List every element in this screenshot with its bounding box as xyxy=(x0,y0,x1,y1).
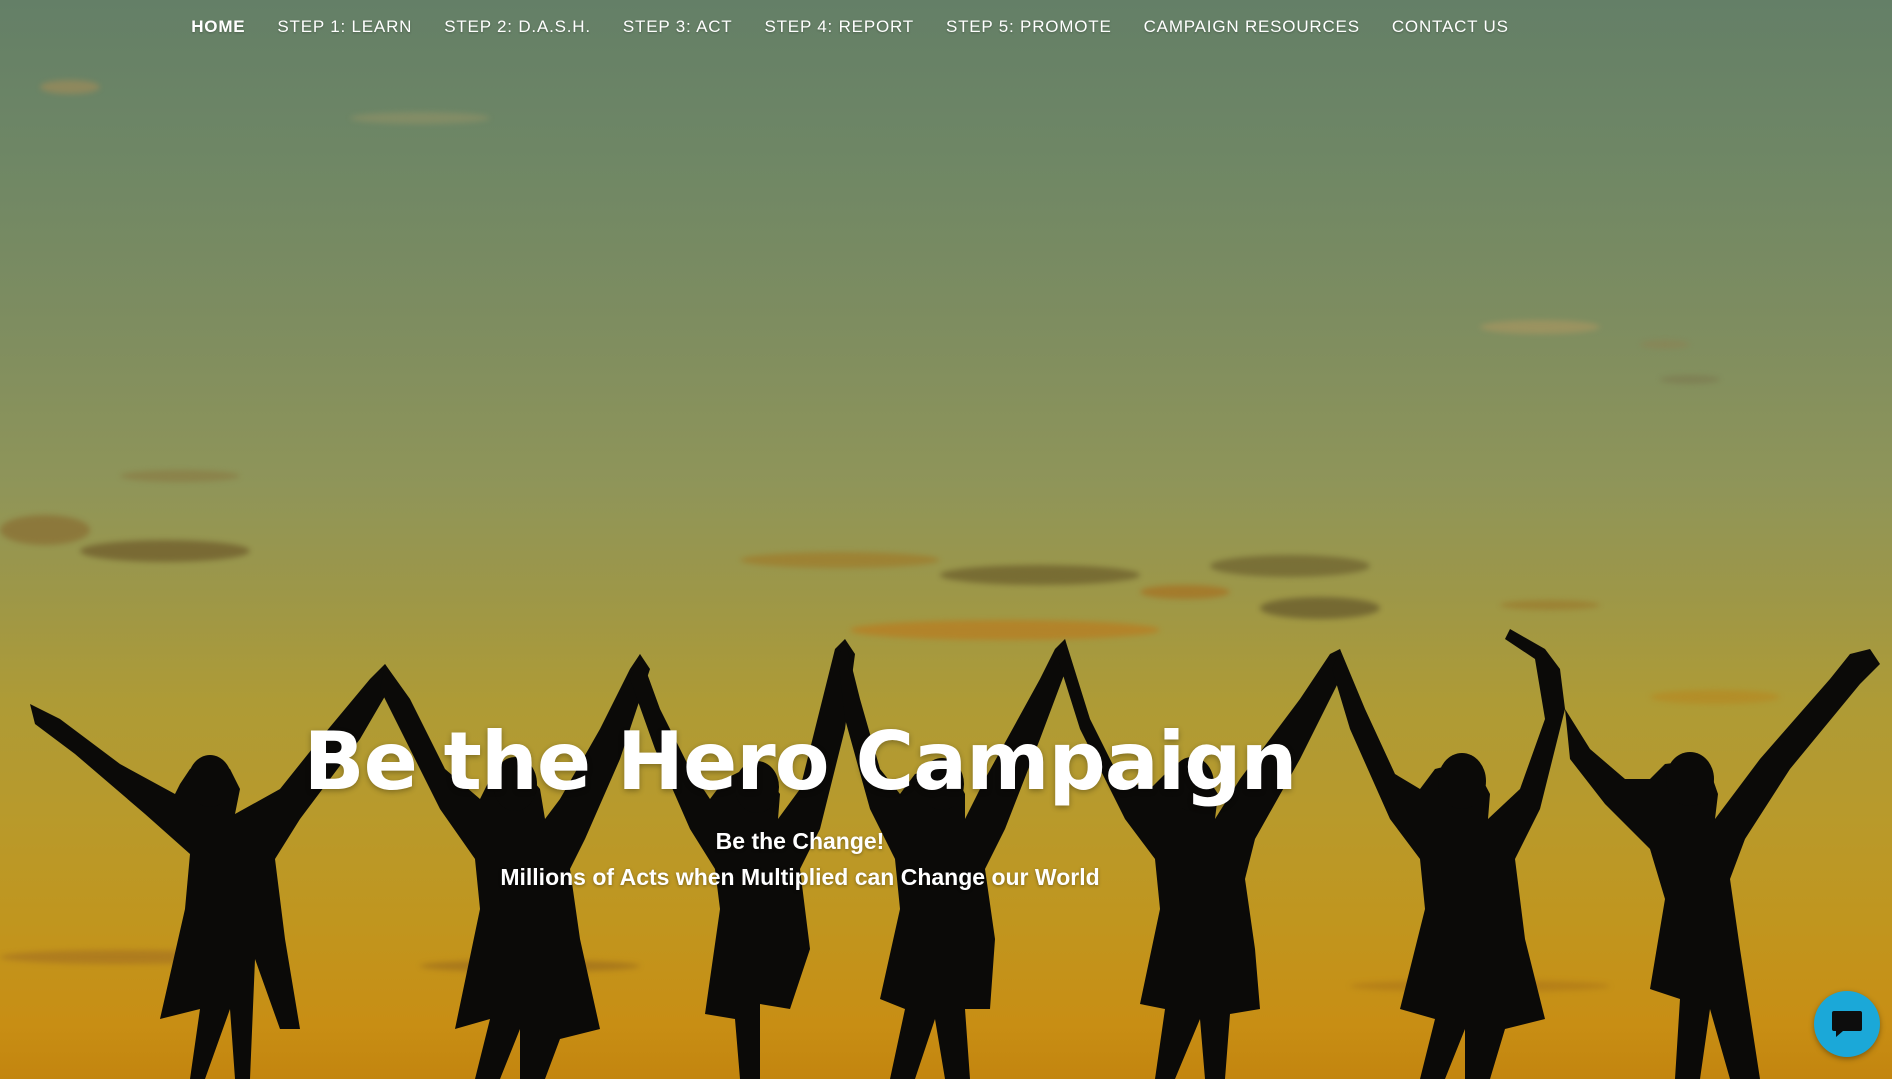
chat-button[interactable] xyxy=(1814,991,1880,1057)
nav-item-step-1-learn[interactable]: STEP 1: LEARN xyxy=(261,17,428,37)
nav-item-step-3-act[interactable]: STEP 3: ACT xyxy=(607,17,749,37)
chat-bubble-icon xyxy=(1832,1011,1862,1037)
nav-menu: HOME STEP 1: LEARN STEP 2: D.A.S.H. STEP… xyxy=(175,17,1525,37)
page: HOME STEP 1: LEARN STEP 2: D.A.S.H. STEP… xyxy=(0,0,1900,1079)
hero-subtitle-line-2: Millions of Acts when Multiplied can Cha… xyxy=(500,864,1100,890)
hero-title: Be the Hero Campaign xyxy=(303,715,1298,808)
scrollbar-edge xyxy=(1892,0,1900,1079)
nav-item-step-2-dash[interactable]: STEP 2: D.A.S.H. xyxy=(428,17,607,37)
nav-item-step-4-report[interactable]: STEP 4: REPORT xyxy=(748,17,929,37)
nav-item-home[interactable]: HOME xyxy=(175,17,261,37)
top-navigation: HOME STEP 1: LEARN STEP 2: D.A.S.H. STEP… xyxy=(0,0,1900,54)
nav-item-contact-us[interactable]: CONTACT US xyxy=(1376,17,1525,37)
hero-subtitle-line-1: Be the Change! xyxy=(715,828,885,854)
nav-item-campaign-resources[interactable]: CAMPAIGN RESOURCES xyxy=(1128,17,1376,37)
nav-item-step-5-promote[interactable]: STEP 5: PROMOTE xyxy=(930,17,1128,37)
